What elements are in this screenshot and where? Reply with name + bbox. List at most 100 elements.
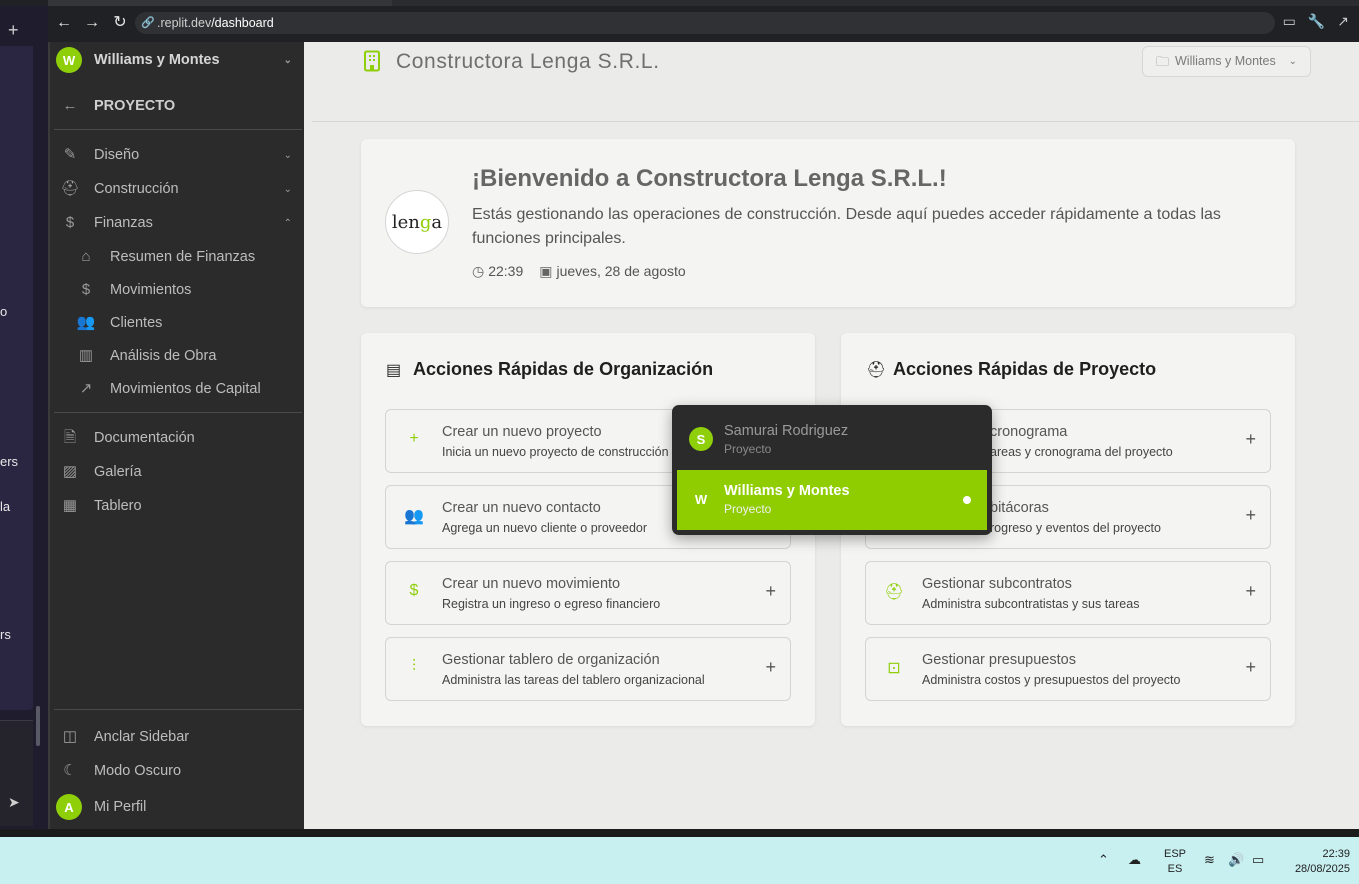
project-name: Samurai Rodriguez xyxy=(724,423,849,439)
action-title: Crear un nuevo movimiento xyxy=(442,576,621,592)
brush-icon: ✎ xyxy=(63,146,77,163)
manage-org-board-action[interactable]: ⫶ Gestionar tablero de organización Admi… xyxy=(385,637,791,701)
link-icon: 🔗 xyxy=(141,17,155,29)
org-avatar: W xyxy=(56,47,82,73)
speaker-icon[interactable]: 🔊 xyxy=(1228,852,1244,868)
wifi-icon[interactable]: ≋ xyxy=(1204,852,1215,868)
sidebar-pin-icon: ◫ xyxy=(62,728,78,745)
chevron-up-icon[interactable]: ⌃ xyxy=(1098,852,1109,868)
plus-icon: + xyxy=(1245,581,1256,601)
plus-icon: + xyxy=(765,657,776,677)
sidebar-subitem-resumen[interactable]: ⌂ Resumen de Finanzas xyxy=(50,242,306,272)
sidebar-subitem-capital[interactable]: ↗ Movimientos de Capital xyxy=(50,374,306,404)
sidebar-item-construccion[interactable]: ⛑ Construcción ⌄ xyxy=(50,174,306,204)
language-indicator[interactable]: ESP ES xyxy=(1160,847,1190,877)
clock-time: 22:39 xyxy=(1322,848,1350,860)
sidebar-item-documentacion[interactable]: 🗎 Documentación xyxy=(50,423,306,453)
project-dropdown: S Samurai Rodriguez Proyecto W Williams … xyxy=(672,405,992,535)
project-option-selected[interactable]: W Williams y Montes Proyecto xyxy=(677,470,987,530)
action-title: Gestionar presupuestos xyxy=(922,652,1076,668)
sidebar-item-diseno[interactable]: ✎ Diseño ⌄ xyxy=(50,140,306,170)
moon-icon: ☾ xyxy=(63,762,77,779)
text-fragment: la xyxy=(0,499,11,514)
dollar-icon: $ xyxy=(65,214,75,231)
receipt-icon: ⊡ xyxy=(887,660,901,677)
calendar-icon: ▣ xyxy=(539,263,553,279)
sidebar-item-label: Anclar Sidebar xyxy=(94,729,190,745)
side-app-content xyxy=(0,46,33,710)
users-icon: 👥 xyxy=(76,314,96,331)
sidebar-item-tablero[interactable]: ▦ Tablero xyxy=(50,491,306,521)
welcome-text: Estás gestionando las operaciones de con… xyxy=(472,206,1221,247)
home-icon: ⌂ xyxy=(81,248,91,265)
sidebar-item-label: Construcción xyxy=(94,181,179,197)
dollar-icon: $ xyxy=(409,582,419,599)
back-icon[interactable]: ← xyxy=(54,13,74,33)
action-title: cronograma xyxy=(990,424,1068,440)
text-fragment: rs xyxy=(0,627,11,642)
action-subtitle: Administra costos y presupuestos del pro… xyxy=(922,673,1181,687)
manage-budgets-action[interactable]: ⊡ Gestionar presupuestos Administra cost… xyxy=(865,637,1271,701)
dark-mode-toggle[interactable]: ☾ Modo Oscuro xyxy=(50,756,306,786)
plus-icon: + xyxy=(1245,429,1256,449)
project-option[interactable]: S Samurai Rodriguez Proyecto xyxy=(677,410,987,470)
side-app-panel: + o ers la rs ➤ xyxy=(0,6,48,830)
manage-subcontracts-action[interactable]: ⛑ Gestionar subcontratos Administra subc… xyxy=(865,561,1271,625)
forward-icon[interactable]: → xyxy=(82,13,102,33)
sidebar-item-label: Finanzas xyxy=(94,215,153,231)
pin-sidebar-button[interactable]: ◫ Anclar Sidebar xyxy=(50,722,306,752)
cloud-icon[interactable]: ☁ xyxy=(1128,852,1141,868)
sidebar-item-galeria[interactable]: ▨ Galería xyxy=(50,457,306,487)
divider xyxy=(54,709,302,710)
org-selector[interactable]: W Williams y Montes ⌄ xyxy=(50,45,306,75)
image-icon: ▨ xyxy=(62,463,78,480)
sidebar-subitem-analisis[interactable]: ▥ Análisis de Obra xyxy=(50,341,306,371)
battery-icon[interactable]: ▭ xyxy=(1252,852,1264,868)
building-icon: ▤ xyxy=(386,362,402,379)
user-avatar: A xyxy=(56,794,82,820)
sidebar-subitem-clientes[interactable]: 👥 Clientes xyxy=(50,308,306,338)
create-movement-action[interactable]: $ Crear un nuevo movimiento Registra un … xyxy=(385,561,791,625)
logo-text: len xyxy=(391,211,420,233)
sidebar-item-label: Diseño xyxy=(94,147,140,163)
sidebar-item-label: Tablero xyxy=(94,498,142,514)
reload-icon[interactable]: ↻ xyxy=(110,13,130,33)
sidebar-item-label: Clientes xyxy=(110,315,163,331)
project-role: Proyecto xyxy=(724,502,772,516)
sidebar-subitem-movimientos[interactable]: $ Movimientos xyxy=(50,275,306,305)
trending-up-icon: ↗ xyxy=(79,380,93,397)
profile-button[interactable]: A Mi Perfil xyxy=(50,792,306,822)
sidebar-item-label: Resumen de Finanzas xyxy=(110,249,256,265)
system-clock[interactable]: 22:39 28/08/2025 xyxy=(1282,847,1350,877)
section-title: Acciones Rápidas de Proyecto xyxy=(893,359,1157,379)
action-subtitle: Administra subcontratistas y sus tareas xyxy=(922,597,1140,611)
devices-icon[interactable]: ▭ xyxy=(1283,13,1296,30)
browser-tab[interactable] xyxy=(48,0,392,6)
action-subtitle: Agrega un nuevo cliente o proveedor xyxy=(442,521,648,535)
action-title: Crear un nuevo contacto xyxy=(442,500,601,516)
wrench-icon[interactable]: 🔧 xyxy=(1308,13,1325,30)
logo-text: a xyxy=(431,211,443,233)
url-path: /dashboard xyxy=(211,16,274,30)
sidebar-item-finanzas[interactable]: $ Finanzas ⌃ xyxy=(50,208,306,238)
section-title: Acciones Rápidas de Organización xyxy=(413,359,714,379)
address-bar[interactable]: 🔗 .replit.dev/dashboard xyxy=(135,12,1275,34)
text-fragment: ers xyxy=(0,454,19,469)
action-subtitle: rogreso y eventos del proyecto xyxy=(990,521,1161,535)
chevron-down-icon: ⌄ xyxy=(283,54,292,66)
plus-icon[interactable]: + xyxy=(8,20,19,41)
action-subtitle: Registra un ingreso o egreso financiero xyxy=(442,597,661,611)
hardhat-icon: ⛑ xyxy=(866,362,887,379)
board-icon: ▦ xyxy=(62,497,78,514)
back-to-project[interactable]: ← PROYECTO xyxy=(50,91,306,121)
open-external-icon[interactable]: ↗ xyxy=(1337,13,1349,30)
project-select[interactable]: 🗀 Williams y Montes ⌄ xyxy=(1142,46,1311,77)
selected-indicator xyxy=(963,496,971,504)
users-icon: 👥 xyxy=(404,508,424,525)
keyboard-code: ES xyxy=(1167,863,1183,875)
plus-icon: + xyxy=(1245,657,1256,677)
sidebar-item-label: Galería xyxy=(94,464,142,480)
action-subtitle: Inicia un nuevo proyecto de construcción xyxy=(442,445,669,459)
scrollbar[interactable] xyxy=(36,706,40,746)
send-icon[interactable]: ➤ xyxy=(8,794,20,811)
